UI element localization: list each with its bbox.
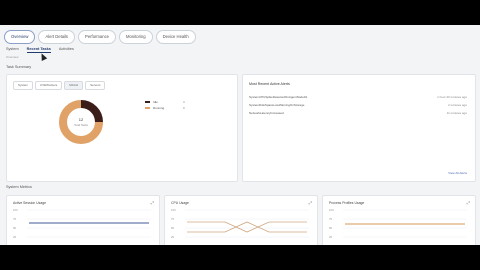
app-window: Overview Alert Details Performance Monit… bbox=[0, 25, 480, 245]
process-profiles-chart bbox=[343, 209, 467, 238]
alert-name: SystemCPUSpikeDetectedOnAgentNode01 bbox=[249, 95, 308, 99]
y-tick-label: 25 bbox=[329, 235, 333, 239]
summary-tab-mach[interactable]: MACH bbox=[64, 81, 84, 90]
legend-item-running: Running 9 bbox=[145, 105, 185, 111]
summary-tab-cveworkers[interactable]: CVEWorkers bbox=[35, 81, 63, 90]
alert-row[interactable]: SystemCPUSpikeDetectedOnAgentNode01 1 ho… bbox=[249, 95, 467, 100]
series-line-cpu-b bbox=[187, 221, 307, 233]
subnav-activities[interactable]: Activities bbox=[59, 47, 74, 51]
y-tick-label: 100 bbox=[329, 208, 334, 212]
summary-tab-system[interactable]: System bbox=[13, 81, 34, 90]
donut-center-caption: Total Tasks bbox=[74, 123, 88, 127]
y-tick-label: 100 bbox=[171, 208, 176, 212]
metric-panel-title: Process Profiles Usage bbox=[329, 201, 365, 205]
tab-monitoring[interactable]: Monitoring bbox=[119, 30, 153, 44]
session-usage-chart bbox=[27, 209, 151, 238]
task-summary-label: Task Summary bbox=[6, 65, 32, 69]
y-tick-label: 75 bbox=[13, 217, 17, 221]
expand-icon[interactable]: ⤢ bbox=[151, 200, 154, 205]
y-tick-label: 50 bbox=[329, 226, 333, 230]
tab-device-health[interactable]: Device Health bbox=[155, 30, 196, 44]
process-profiles-usage-panel: Process Profiles Usage ⤢ 100 75 50 25 bbox=[322, 195, 476, 245]
main-tabs: Overview Alert Details Performance Monit… bbox=[4, 30, 196, 44]
y-tick-label: 25 bbox=[171, 235, 175, 239]
tab-overview[interactable]: Overview bbox=[4, 30, 36, 44]
sub-navigation: System Recent Tasks Activities bbox=[6, 47, 74, 53]
legend-swatch-running bbox=[145, 107, 150, 109]
alert-time: 2 minutes ago bbox=[448, 103, 467, 107]
legend-value-running: 9 bbox=[183, 106, 185, 110]
alert-row[interactable]: NetworkLatencyIncreased 11 minutes ago bbox=[249, 111, 467, 116]
alert-name: NetworkLatencyIncreased bbox=[249, 111, 284, 115]
summary-tabs: System CVEWorkers MACH Servers bbox=[13, 81, 106, 90]
donut-center-value: 12 bbox=[79, 117, 84, 122]
alert-row[interactable]: SystemDiskSpaceLowWarningOnStorage 2 min… bbox=[249, 103, 467, 108]
series-line-cpu-a bbox=[187, 221, 307, 233]
y-tick-label: 50 bbox=[171, 226, 175, 230]
system-metrics-label: System Metrics bbox=[6, 185, 32, 189]
legend-value-idle: 3 bbox=[183, 100, 185, 104]
task-summary-panel: System CVEWorkers MACH Servers 12 Total … bbox=[6, 74, 238, 182]
tab-performance[interactable]: Performance bbox=[78, 30, 117, 44]
tab-alert-details[interactable]: Alert Details bbox=[38, 30, 76, 44]
cpu-usage-chart bbox=[185, 209, 309, 238]
y-tick-label: 75 bbox=[329, 217, 333, 221]
task-donut-chart: 12 Total Tasks bbox=[59, 100, 103, 144]
cpu-usage-panel: CPU Usage ⤢ 100 75 50 25 bbox=[164, 195, 318, 245]
y-tick-label: 75 bbox=[171, 217, 175, 221]
expand-icon[interactable]: ⤢ bbox=[467, 200, 470, 205]
view-all-alerts-link[interactable]: View All Alerts bbox=[448, 171, 467, 175]
summary-tab-servers[interactable]: Servers bbox=[85, 81, 106, 90]
subnav-system[interactable]: System bbox=[6, 47, 19, 51]
y-tick-label: 25 bbox=[13, 235, 17, 239]
donut-legend: Idle 3 Running 9 bbox=[145, 99, 185, 111]
mouse-cursor-icon bbox=[38, 52, 48, 61]
recent-alerts-panel: Most Recent Active Alerts SystemCPUSpike… bbox=[242, 74, 476, 182]
legend-label-running: Running bbox=[153, 106, 165, 110]
alert-name: SystemDiskSpaceLowWarningOnStorage bbox=[249, 103, 305, 107]
legend-label-idle: Idle bbox=[153, 100, 158, 104]
active-session-usage-panel: Active Session Usage ⤢ 100 75 50 25 bbox=[6, 195, 160, 245]
metric-panel-title: CPU Usage bbox=[171, 201, 189, 205]
alert-time: 11 minutes ago bbox=[446, 111, 467, 115]
metric-panel-title: Active Session Usage bbox=[13, 201, 46, 205]
y-tick-label: 100 bbox=[13, 208, 18, 212]
subnav-caption: Overview bbox=[6, 55, 19, 59]
subnav-recent-tasks[interactable]: Recent Tasks bbox=[26, 47, 52, 53]
y-tick-label: 50 bbox=[13, 226, 17, 230]
expand-icon[interactable]: ⤢ bbox=[309, 200, 312, 205]
recent-alerts-title: Most Recent Active Alerts bbox=[249, 82, 290, 86]
legend-swatch-idle bbox=[145, 101, 150, 103]
alert-time: 1 hour 20 minutes ago bbox=[437, 95, 467, 99]
